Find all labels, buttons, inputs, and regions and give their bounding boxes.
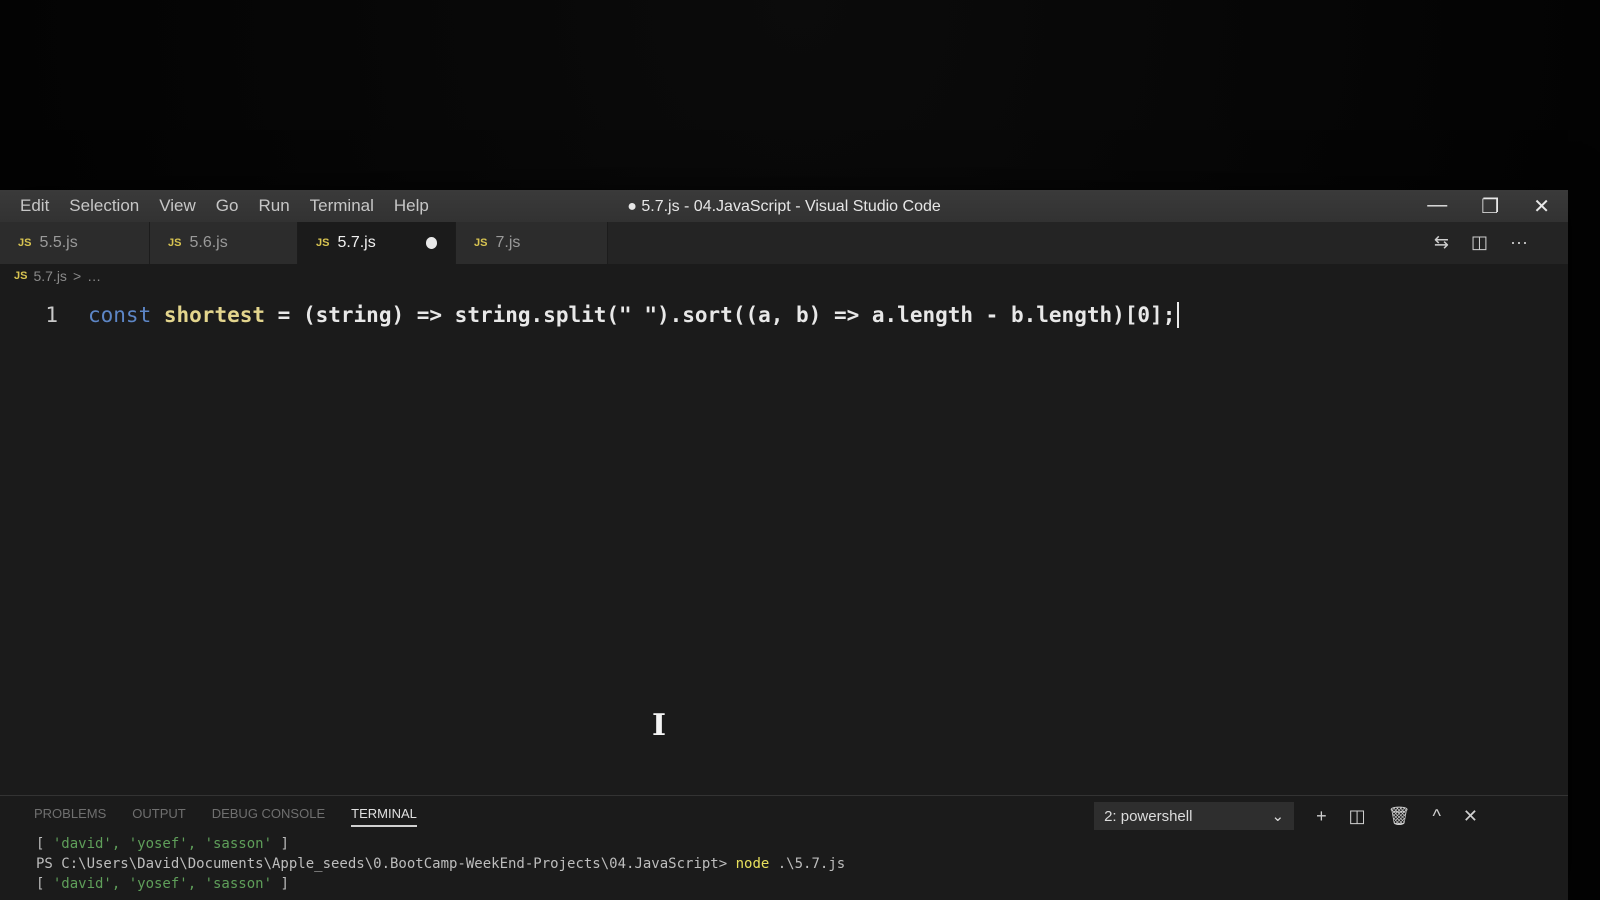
tab-debug-console[interactable]: DEBUG CONSOLE [212,806,325,827]
more-actions-icon[interactable]: ··· [1510,232,1528,253]
code-line[interactable]: 1 const shortest = (string) => string.sp… [0,300,1180,330]
tab-problems[interactable]: PROBLEMS [34,806,106,827]
trash-icon[interactable]: 🗑 [1388,806,1411,827]
close-icon[interactable]: ✕ [1533,194,1550,219]
split-editor-icon[interactable]: ◫ [1471,232,1488,253]
tab-7-js[interactable]: JS 7.js [456,222,608,264]
text-cursor [1177,302,1180,328]
tab-label: 5.6.js [189,234,228,251]
menu-run[interactable]: Run [258,196,289,216]
open-changes-icon[interactable]: ⇆ [1434,232,1449,253]
js-file-icon: JS [14,270,28,282]
breadcrumb-separator: > [72,268,82,284]
js-file-icon: JS [474,237,488,249]
menu-view[interactable]: View [159,196,196,216]
terminal-command: node [735,856,770,872]
tab-5-5-js[interactable]: JS 5.5.js [0,222,150,264]
tab-label: 7.js [495,234,521,251]
terminal-output[interactable]: [ 'david', 'yosef', 'sasson' ] PS C:\Use… [36,834,845,894]
editor-actions: ⇆ ◫ ··· [1434,232,1528,253]
unsaved-dot-icon[interactable] [425,237,437,249]
close-panel-icon[interactable]: ✕ [1463,806,1478,827]
terminal-prompt: PS C:\Users\David\Documents\Apple_seeds\… [36,856,736,872]
terminal-arg: .\5.7.js [769,856,846,872]
menu-selection[interactable]: Selection [69,196,139,216]
menu-edit[interactable]: Edit [20,196,49,216]
terminal-select-value: 2: powershell [1104,807,1193,825]
js-file-icon: JS [316,237,330,249]
js-file-icon: JS [18,237,32,249]
chevron-down-icon: ⌄ [1271,808,1285,825]
photo-background: Edit Selection View Go Run Terminal Help… [0,0,1600,900]
menu-bar: Edit Selection View Go Run Terminal Help [20,196,429,216]
panel-tabs: PROBLEMS OUTPUT DEBUG CONSOLE TERMINAL [34,806,417,827]
restore-icon[interactable]: ❐ [1481,194,1499,219]
maximize-panel-icon[interactable]: ^ [1432,806,1440,827]
title-bar: Edit Selection View Go Run Terminal Help… [0,190,1568,222]
bottom-panel: PROBLEMS OUTPUT DEBUG CONSOLE TERMINAL 2… [0,795,1568,900]
terminal-string: 'david', 'yosef', 'sasson' [52,836,273,852]
editor-tab-bar: JS 5.5.js JS 5.6.js JS 5.7.js JS 7.js ⇆ … [0,222,1568,264]
line-number: 1 [45,303,58,327]
menu-go[interactable]: Go [216,196,239,216]
tab-5-7-js[interactable]: JS 5.7.js [298,222,456,264]
breadcrumb: JS 5.7.js > … [14,268,101,284]
window-controls: — ❐ ✕ [1427,194,1550,219]
code-editor[interactable]: 1 const shortest = (string) => string.sp… [0,290,1568,785]
menu-terminal[interactable]: Terminal [310,196,374,216]
terminal-string: 'david', 'yosef', 'sasson' [52,876,273,892]
panel-controls: 2: powershell ⌄ + ◫ 🗑 ^ ✕ [1094,802,1478,830]
tab-label: 5.5.js [39,234,78,251]
tab-5-6-js[interactable]: JS 5.6.js [150,222,298,264]
new-terminal-icon[interactable]: + [1316,806,1327,827]
menu-help[interactable]: Help [394,196,429,216]
terminal-select[interactable]: 2: powershell ⌄ [1094,802,1295,830]
minimize-icon[interactable]: — [1427,194,1447,219]
tab-label: 5.7.js [337,234,376,251]
keyword-token: const [88,303,152,327]
js-file-icon: JS [168,237,182,249]
breadcrumb-file[interactable]: 5.7.js [33,268,66,284]
code-text: = (string) => string.split(" ").sort((a,… [265,303,1176,327]
tab-output[interactable]: OUTPUT [132,806,185,827]
vscode-window: Edit Selection View Go Run Terminal Help… [0,190,1568,900]
identifier-token: shortest [163,303,266,327]
window-title: ● 5.7.js - 04.JavaScript - Visual Studio… [627,198,941,215]
breadcrumb-symbol[interactable]: … [87,268,101,284]
split-terminal-icon[interactable]: ◫ [1349,806,1366,827]
tab-terminal[interactable]: TERMINAL [351,806,417,827]
ibeam-cursor-icon: I [652,708,667,743]
